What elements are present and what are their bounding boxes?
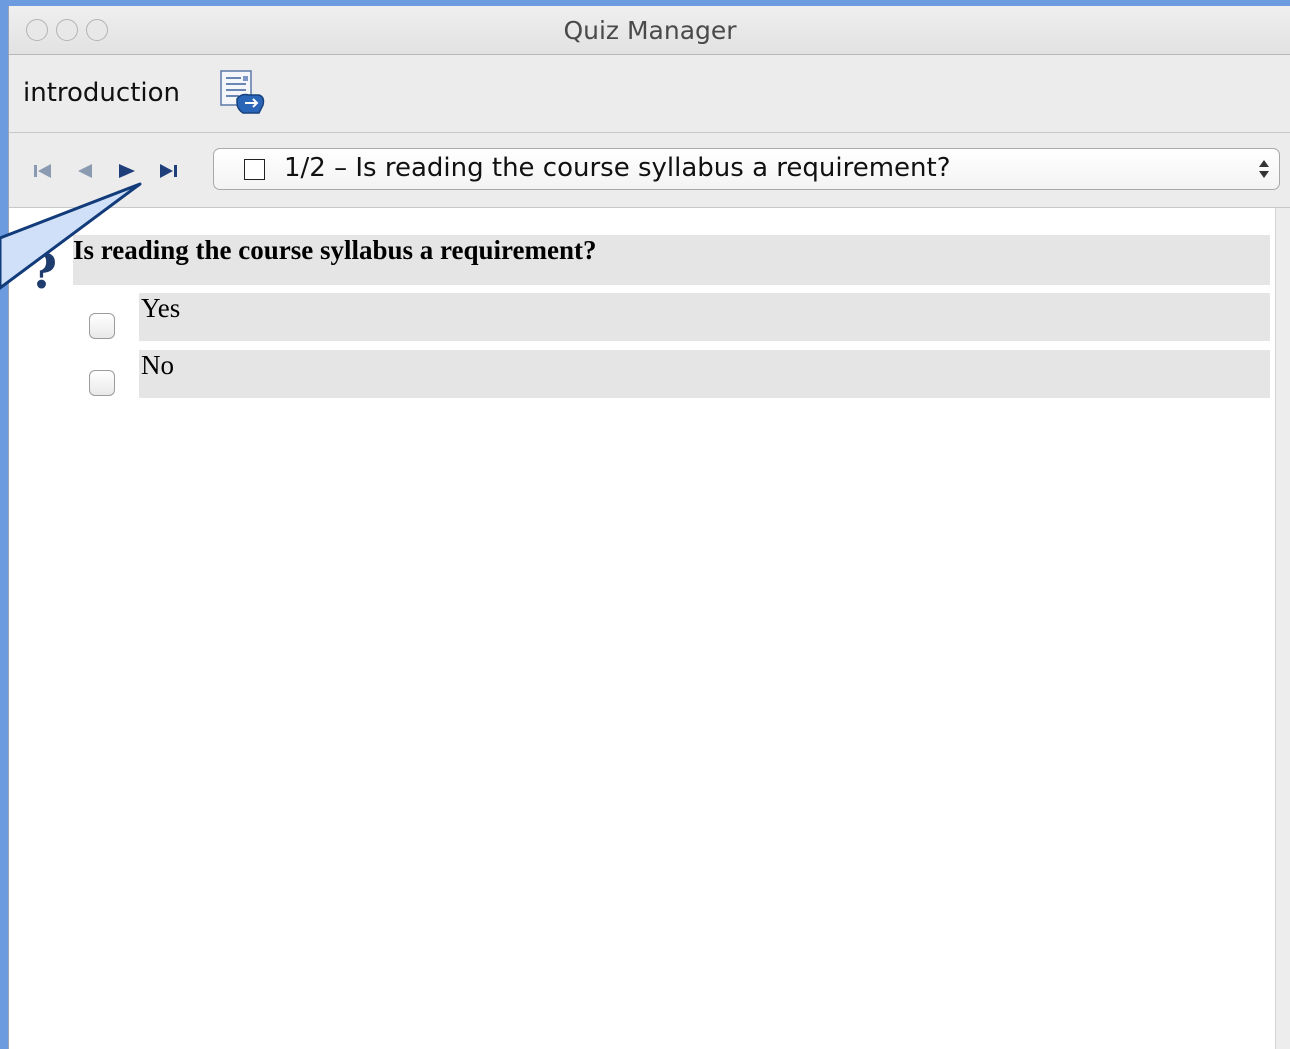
quiz-manager-window: Quiz Manager introduction 1/2 – Is readi… — [8, 6, 1290, 1049]
section-label: introduction — [23, 78, 181, 108]
question-select-value: 1/2 – Is reading the course syllabus a r… — [284, 153, 951, 183]
question-text: Is reading the course syllabus a require… — [73, 235, 597, 265]
answer-checkbox-no[interactable] — [89, 370, 115, 396]
navigation-bar: 1/2 – Is reading the course syllabus a r… — [9, 133, 1290, 208]
select-arrows-icon — [1259, 160, 1269, 178]
last-question-button[interactable] — [157, 161, 181, 181]
question-row: Is reading the course syllabus a require… — [73, 235, 1270, 285]
answer-row[interactable]: No — [139, 350, 1270, 398]
next-question-button[interactable] — [115, 161, 139, 181]
question-panel: ? Is reading the course syllabus a requi… — [9, 208, 1276, 1049]
answer-checkbox-yes[interactable] — [89, 313, 115, 339]
previous-icon — [78, 164, 92, 178]
window-title: Quiz Manager — [563, 16, 737, 45]
answer-label: Yes — [141, 293, 181, 323]
section-toolbar: introduction — [9, 55, 1290, 133]
last-icon — [160, 164, 177, 178]
previous-question-button[interactable] — [73, 161, 97, 181]
title-bar: Quiz Manager — [9, 6, 1290, 55]
answer-label: No — [141, 350, 174, 380]
question-select[interactable]: 1/2 – Is reading the course syllabus a r… — [213, 148, 1280, 190]
next-icon — [119, 164, 135, 178]
first-question-button[interactable] — [31, 161, 55, 181]
first-icon — [34, 164, 51, 178]
answer-row[interactable]: Yes — [139, 293, 1270, 341]
question-mark-icon: ? — [29, 244, 58, 300]
document-edit-icon[interactable] — [219, 69, 267, 117]
question-answered-checkbox-icon — [244, 159, 265, 180]
